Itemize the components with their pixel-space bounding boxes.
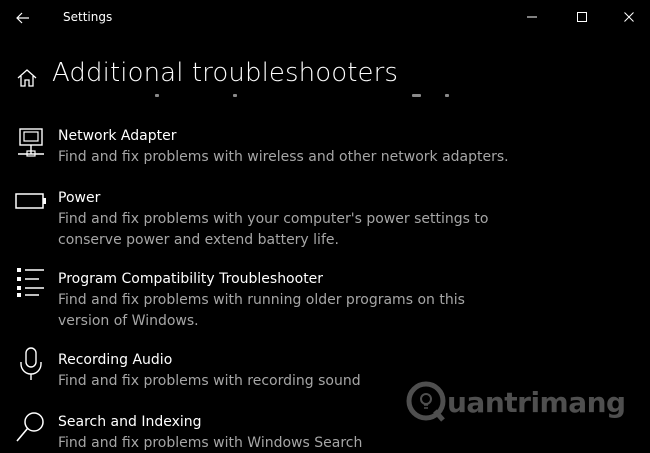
watermark: uantrimang <box>405 380 630 430</box>
item-description: Find and fix problems with running older… <box>58 290 465 332</box>
item-description-line: Find and fix problems with your computer… <box>58 211 489 227</box>
battery-icon <box>14 191 48 225</box>
item-description-line: version of Windows. <box>58 313 199 329</box>
item-description: Find and fix problems with recording sou… <box>58 371 361 392</box>
maximize-button[interactable] <box>567 4 597 30</box>
quantrimang-logo-icon <box>406 381 446 422</box>
item-title: Program Compatibility Troubleshooter <box>58 271 324 287</box>
search-icon <box>14 410 48 444</box>
list-icon <box>14 267 48 301</box>
close-icon <box>624 12 634 22</box>
item-title: Recording Audio <box>58 352 173 368</box>
title-bar: Settings <box>0 0 650 36</box>
item-description-line: conserve power and extend battery life. <box>58 232 339 248</box>
item-description-line: Find and fix problems with running older… <box>58 292 465 308</box>
close-button[interactable] <box>614 4 644 30</box>
back-button[interactable] <box>9 6 37 30</box>
settings-window: Settings Additional troubleshooters Netw… <box>0 0 650 453</box>
item-description: Find and fix problems with your computer… <box>58 209 488 251</box>
troubleshooter-power[interactable]: Power Find and fix problems with your co… <box>0 189 640 251</box>
item-description-line: Find and fix problems with Windows Searc… <box>58 435 363 451</box>
microphone-icon <box>14 347 48 381</box>
home-button[interactable] <box>16 67 38 89</box>
item-description: Find and fix problems with Windows Searc… <box>58 433 362 453</box>
network-adapter-icon <box>14 127 48 161</box>
item-title: Network Adapter <box>58 128 177 144</box>
page-title: Additional troubleshooters <box>52 58 399 88</box>
item-description-line: Find and fix problems with recording sou… <box>58 373 361 389</box>
app-title: Settings <box>63 10 113 24</box>
item-title: Search and Indexing <box>58 414 202 430</box>
item-description-line: Find and fix problems with wireless and … <box>58 149 509 165</box>
home-icon <box>17 69 37 87</box>
item-title: Power <box>58 190 101 206</box>
troubleshooter-program-compatibility[interactable]: Program Compatibility Troubleshooter Fin… <box>0 267 640 332</box>
watermark-text: uantrimang <box>447 386 626 419</box>
maximize-icon <box>577 12 587 22</box>
minimize-icon <box>527 16 537 18</box>
back-arrow-icon <box>16 12 29 24</box>
clipped-previous-item <box>0 94 650 102</box>
minimize-button[interactable] <box>517 4 547 30</box>
item-description: Find and fix problems with wireless and … <box>58 147 509 168</box>
troubleshooter-network-adapter[interactable]: Network Adapter Find and fix problems wi… <box>0 127 640 171</box>
